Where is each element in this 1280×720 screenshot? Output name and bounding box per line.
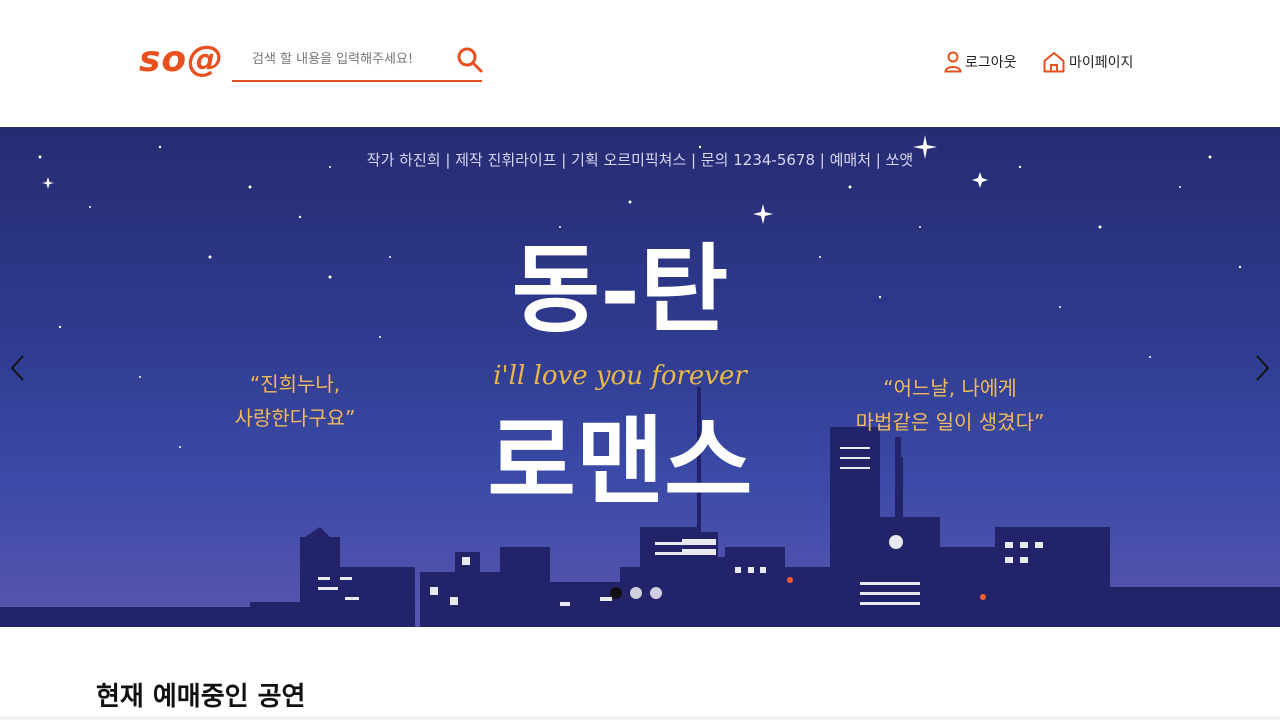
prev-slide-arrow-icon[interactable] [6, 352, 30, 384]
slide-dot-2[interactable] [630, 587, 642, 599]
quote-right-line1: “어느날, 나에게 [883, 376, 1017, 400]
quote-right: “어느날, 나에게 마법같은 일이 생겼다” [830, 371, 1070, 439]
quote-right-line2: 마법같은 일이 생겼다” [855, 410, 1045, 434]
search-bar [232, 40, 484, 82]
logout-label: 로그아웃 [965, 55, 1017, 71]
site-logo[interactable]: so@ [139, 38, 224, 82]
search-icon[interactable] [456, 46, 484, 74]
banner-tagline: i'll love you forever [493, 361, 747, 391]
section-divider [0, 716, 1280, 720]
banner-title-line2: 로맨스 [487, 405, 753, 518]
mypage-link[interactable]: 마이페이지 [1042, 50, 1133, 74]
logout-link[interactable]: 로그아웃 [944, 50, 1017, 74]
hero-banner-slide[interactable]: 작가 하진희 | 제작 진휘라이프 | 기획 오르미픽쳐스 | 문의 1234-… [0, 127, 1280, 627]
production-credits: 작가 하진희 | 제작 진휘라이프 | 기획 오르미픽쳐스 | 문의 1234-… [366, 151, 914, 169]
section-title-now-booking: 현재 예매중인 공연 [96, 682, 306, 712]
mypage-label: 마이페이지 [1069, 55, 1134, 71]
quote-left-line1: “진희누나, [249, 372, 341, 396]
quote-left-line2: 사랑한다구요” [234, 406, 356, 430]
site-header: so@ 로그아웃 마이페이지 [0, 0, 1280, 127]
next-slide-arrow-icon[interactable] [1250, 352, 1274, 384]
quote-left: “진희누나, 사랑한다구요” [200, 367, 390, 435]
slide-pagination [610, 587, 662, 599]
user-icon [944, 51, 962, 73]
banner-title-line1: 동-탄 [511, 233, 729, 346]
home-icon [1043, 52, 1065, 73]
slide-dot-3[interactable] [650, 587, 662, 599]
search-input[interactable] [232, 40, 442, 78]
slide-dot-1[interactable] [610, 587, 622, 599]
